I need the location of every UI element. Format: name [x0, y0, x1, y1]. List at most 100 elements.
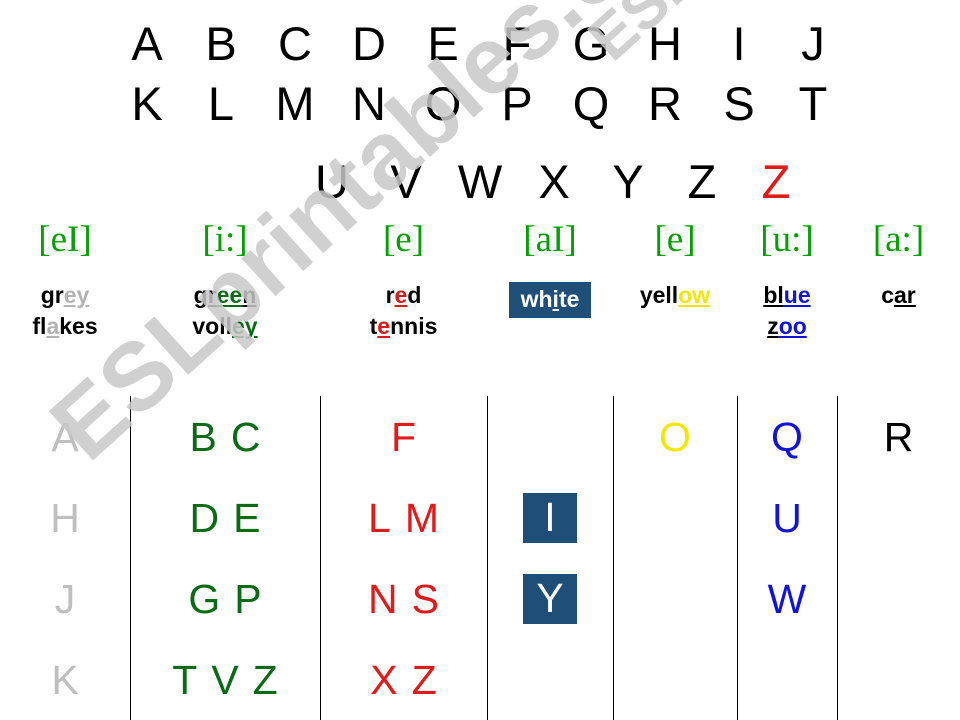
letter-row-white-1: I	[487, 477, 613, 558]
sorted-letter-r-black[interactable]: R	[884, 415, 914, 459]
sorted-letter-c-green[interactable]: C	[231, 415, 261, 459]
example-word-blue-0: blue	[737, 282, 837, 308]
sorted-letter-q-blue[interactable]: Q	[771, 415, 803, 459]
word-segment: te	[558, 286, 580, 312]
alphabet-row-3: UVWXYZZ	[0, 154, 960, 210]
sorted-letter-o-yellow[interactable]: O	[659, 415, 691, 459]
word-segment: e	[394, 282, 408, 308]
phonetic-symbol-blue: [u:]	[760, 219, 814, 260]
sorted-letter-i-white[interactable]: I	[523, 492, 577, 543]
letter-column-white: IY	[487, 396, 613, 720]
word-segment: nnis	[390, 313, 438, 339]
example-word-red-0: red	[320, 282, 487, 308]
letter-row-yellow-1	[613, 477, 737, 558]
word-segment: oo	[778, 313, 807, 339]
letter-row-green-0: BC	[130, 396, 320, 477]
phonetic-column-green: [i:] green volley	[130, 219, 320, 340]
alphabet-letter-q-row2-6: Q	[572, 77, 610, 130]
sorted-letter-w-blue[interactable]: W	[768, 577, 807, 621]
word-segment: ue	[783, 282, 811, 308]
letter-row-green-3: TVZ	[130, 639, 320, 720]
sorted-letter-y-white[interactable]: Y	[523, 573, 577, 624]
alphabet-letter-m-row2-2: M	[275, 77, 315, 130]
sorted-letter-e-green[interactable]: E	[233, 496, 260, 540]
example-word-green-1: volley	[130, 313, 320, 339]
sorted-letter-x-red[interactable]: X	[370, 658, 397, 702]
alphabet-letter-a-row1-0: A	[131, 17, 163, 70]
letter-column-grey: AHJK	[0, 396, 130, 720]
sorted-letter-h-grey[interactable]: H	[50, 496, 80, 540]
word-segment: ey	[232, 313, 258, 339]
sorted-letter-p-green[interactable]: P	[234, 577, 261, 621]
example-words-blue: blue zoo	[737, 282, 837, 339]
example-word-blue-1: zoo	[737, 313, 837, 339]
alphabet-letter-x-row3-3: X	[538, 155, 570, 208]
alphabet-letter-g-row1-6: G	[572, 17, 610, 70]
sorted-letter-t-green[interactable]: T	[172, 658, 197, 702]
word-segment: e	[377, 313, 391, 339]
word-segment: d	[407, 282, 422, 308]
sorted-letter-g-green[interactable]: G	[188, 577, 220, 621]
phonetic-column-red: [e] red tennis	[320, 219, 487, 340]
sorted-letter-j-grey[interactable]: J	[55, 577, 76, 621]
word-segment: gr	[40, 282, 64, 308]
sorted-letter-f-red[interactable]: F	[391, 415, 416, 459]
letter-row-yellow-0: O	[613, 396, 737, 477]
phonetic-symbol-green: [i:]	[202, 219, 248, 260]
word-segment: yell	[639, 282, 679, 308]
alphabet-row-2: KLMNOPQRST	[0, 76, 960, 132]
word-segment: gr	[193, 282, 217, 308]
alphabet-letter-c-row1-2: C	[278, 17, 312, 70]
word-segment: fl	[32, 313, 47, 339]
letter-row-yellow-2	[613, 558, 737, 639]
sorted-letter-u-blue[interactable]: U	[772, 496, 802, 540]
alphabet-letter-z-row3-5: Z	[687, 155, 717, 208]
phonetic-column-black: [a:] car	[837, 220, 960, 309]
sorted-letter-v-green[interactable]: V	[211, 658, 238, 702]
phonetic-column-white: [aI] white	[487, 220, 613, 318]
letter-sorting-grid: AHJKBCDEGPTVZFLMNSXZIYOQUWR	[0, 396, 960, 720]
word-segment: r	[385, 282, 395, 308]
sorted-letter-z-red[interactable]: Z	[412, 658, 437, 702]
alphabet-letter-j-row1-9: J	[801, 17, 825, 70]
alphabet-letter-e-row1-4: E	[427, 17, 459, 70]
letter-row-grey-1: H	[0, 477, 130, 558]
letter-row-green-2: GP	[130, 558, 320, 639]
letter-row-black-3	[837, 639, 960, 720]
example-word-green-0: green	[130, 282, 320, 308]
alphabet-block: ABCDEFGHIJ KLMNOPQRST UVWXYZZ	[0, 0, 960, 210]
alphabet-letter-r-row2-7: R	[648, 77, 682, 130]
letter-row-red-1: LM	[320, 477, 487, 558]
letter-row-white-3	[487, 639, 613, 720]
sorted-letter-d-green[interactable]: D	[190, 496, 220, 540]
example-words-green: green volley	[130, 282, 320, 339]
phonetic-column-grey: [eI] grey flakes	[0, 220, 130, 340]
alphabet-letter-p-row2-5: P	[501, 77, 533, 130]
word-segment: bl	[763, 282, 784, 308]
example-words-white: white	[487, 282, 613, 318]
alphabet-letter-n-row2-3: N	[352, 77, 386, 130]
word-segment: ey	[63, 282, 90, 308]
word-segment: voll	[192, 313, 233, 339]
letter-column-black: R	[837, 396, 960, 720]
example-word-grey-1: flakes	[0, 313, 130, 339]
alphabet-letter-d-row1-3: D	[352, 17, 386, 70]
example-word-black-0: car	[837, 282, 960, 308]
letter-row-blue-1: U	[737, 477, 837, 558]
sorted-letter-n-red[interactable]: N	[368, 577, 398, 621]
phonetic-symbol-yellow: [e]	[654, 219, 696, 260]
sorted-letter-k-grey[interactable]: K	[51, 658, 78, 702]
sorted-letter-a-grey[interactable]: A	[51, 415, 78, 459]
letter-row-black-1	[837, 477, 960, 558]
letter-row-red-0: F	[320, 396, 487, 477]
sorted-letter-z-green[interactable]: Z	[253, 658, 278, 702]
word-segment: z	[767, 313, 779, 339]
sorted-letter-s-red[interactable]: S	[412, 577, 439, 621]
phonetic-symbol-red: [e]	[382, 219, 425, 260]
sorted-letter-m-red[interactable]: M	[405, 496, 439, 540]
sorted-letter-l-red[interactable]: L	[368, 496, 391, 540]
letter-row-black-0: R	[837, 396, 960, 477]
phonetic-header-area: [eI] grey flakes [i:] green volley [e] red tenni…	[0, 220, 960, 390]
sorted-letter-b-green[interactable]: B	[190, 415, 217, 459]
alphabet-letter-i-row1-8: I	[732, 17, 746, 70]
